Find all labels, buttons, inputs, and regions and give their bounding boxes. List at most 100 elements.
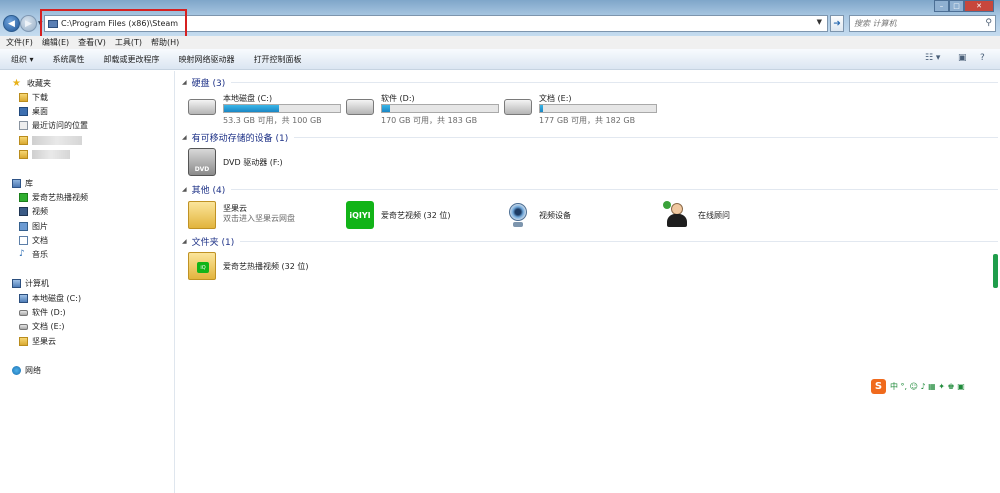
redacted-label bbox=[32, 136, 82, 145]
hard-drive-icon bbox=[19, 323, 28, 330]
group-divider bbox=[294, 137, 998, 138]
collapse-arrow-icon[interactable]: ◢ bbox=[182, 134, 187, 141]
group-title: 文件夹 (1) bbox=[191, 238, 235, 248]
online-support-item[interactable]: 在线顾问 bbox=[663, 201, 803, 231]
sidebar-item-favorites[interactable]: ★ 收藏夹 bbox=[12, 77, 51, 90]
sidebar-item-computer[interactable]: 计算机 bbox=[12, 277, 49, 290]
sidebar-item-network[interactable]: 网络 bbox=[12, 364, 41, 377]
sidebar-item-blurred[interactable] bbox=[19, 148, 70, 161]
sidebar-item-lib-iqiyi[interactable]: 爱奇艺热播视频 bbox=[19, 191, 88, 204]
drive-tile-e[interactable]: 文档 (E:) 177 GB 可用，共 182 GB bbox=[504, 93, 664, 127]
jianguoyun-item[interactable]: 坚果云 双击进入坚果云网盘 bbox=[188, 201, 328, 231]
system-properties-button[interactable]: 系统属性 bbox=[53, 54, 85, 65]
sidebar-item-libraries[interactable]: 库 bbox=[12, 177, 33, 190]
library-icon bbox=[12, 179, 21, 188]
drive-tile-d[interactable]: 软件 (D:) 170 GB 可用，共 183 GB bbox=[346, 93, 506, 127]
drive-name: 文档 (E:) bbox=[539, 94, 572, 103]
help-icon[interactable]: ? bbox=[980, 53, 985, 63]
open-control-panel-button[interactable]: 打开控制面板 bbox=[254, 54, 302, 65]
folder-icon bbox=[19, 93, 28, 102]
item-description: 双击进入坚果云网盘 bbox=[223, 214, 295, 223]
recent-pages-dropdown[interactable]: ▼ bbox=[38, 20, 43, 27]
collapse-arrow-icon[interactable]: ◢ bbox=[182, 186, 187, 193]
iqiyi-folder-item[interactable]: iQ 爱奇艺热播视频 (32 位) bbox=[188, 252, 348, 282]
view-options-icon[interactable]: ☷ ▾ bbox=[925, 53, 940, 63]
menu-help[interactable]: 帮助(H) bbox=[151, 37, 179, 48]
group-divider bbox=[240, 241, 998, 242]
collapse-arrow-icon[interactable]: ◢ bbox=[182, 238, 187, 245]
close-button[interactable]: ✕ bbox=[964, 0, 994, 12]
dvd-drive-item[interactable]: DVD DVD 驱动器 (F:) bbox=[188, 148, 308, 178]
search-input[interactable] bbox=[854, 19, 979, 28]
sogou-logo-icon[interactable]: S bbox=[871, 379, 886, 394]
menu-view[interactable]: 查看(V) bbox=[78, 37, 106, 48]
minimize-icon: – bbox=[939, 2, 944, 10]
sidebar-item-label: 文档 (E:) bbox=[32, 322, 65, 331]
arrow-right-icon: ➜ bbox=[833, 18, 841, 29]
search-icon[interactable]: ⚲ bbox=[985, 18, 992, 28]
menu-tools[interactable]: 工具(T) bbox=[115, 37, 142, 48]
group-header-hdd[interactable]: ◢ 硬盘 (3) bbox=[182, 76, 998, 89]
sidebar-item-drive-e[interactable]: 文档 (E:) bbox=[19, 320, 65, 333]
group-header-other[interactable]: ◢ 其他 (4) bbox=[182, 183, 998, 196]
sidebar-item-label: 软件 (D:) bbox=[32, 308, 66, 317]
command-toolbar: 组织 ▾ 系统属性 卸载或更改程序 映射网络驱动器 打开控制面板 ☷ ▾ ▣ ? bbox=[0, 49, 1000, 70]
sidebar-item-label: 视频 bbox=[32, 207, 48, 216]
go-button[interactable]: ➜ bbox=[830, 15, 844, 32]
preview-pane-icon[interactable]: ▣ bbox=[958, 53, 967, 63]
scroll-indicator[interactable] bbox=[993, 254, 998, 288]
sidebar-item-drive-c[interactable]: 本地磁盘 (C:) bbox=[19, 292, 81, 305]
collapse-arrow-icon[interactable]: ◢ bbox=[182, 79, 187, 86]
camera-device-item[interactable]: 视频设备 bbox=[504, 201, 644, 231]
sidebar-item-lib-music[interactable]: ♪ 音乐 bbox=[19, 248, 48, 261]
ime-toolbar[interactable]: S 中 °, ☺ ♪ ▦ ✦ ♚ ▣ bbox=[871, 379, 998, 394]
webcam-icon bbox=[504, 201, 532, 229]
sidebar-item-label: 坚果云 bbox=[32, 337, 56, 346]
iqiyi-app-item[interactable]: iQIYI 爱奇艺视频 (32 位) bbox=[346, 201, 486, 231]
video-icon bbox=[19, 207, 28, 216]
support-agent-icon bbox=[663, 201, 691, 229]
address-dropdown-icon[interactable]: ▼ bbox=[817, 18, 822, 26]
sidebar-item-label: 收藏夹 bbox=[27, 79, 51, 88]
search-box[interactable]: ⚲ bbox=[849, 15, 996, 32]
organize-button[interactable]: 组织 ▾ bbox=[11, 54, 34, 65]
iqiyi-icon: iQ bbox=[197, 262, 209, 273]
drive-usage-bar bbox=[223, 104, 341, 113]
computer-icon bbox=[48, 19, 58, 28]
sidebar-item-blurred[interactable] bbox=[19, 134, 82, 147]
address-input[interactable] bbox=[61, 19, 761, 28]
item-name: 在线顾问 bbox=[698, 211, 730, 220]
sidebar-item-lib-pictures[interactable]: 图片 bbox=[19, 220, 48, 233]
drive-name: 本地磁盘 (C:) bbox=[223, 94, 273, 103]
minimize-button[interactable]: – bbox=[934, 0, 949, 12]
drive-tile-c[interactable]: 本地磁盘 (C:) 53.3 GB 可用，共 100 GB bbox=[188, 93, 348, 127]
menu-file[interactable]: 文件(F) bbox=[6, 37, 33, 48]
back-button[interactable]: ◀ bbox=[3, 15, 20, 32]
sidebar-item-lib-video[interactable]: 视频 bbox=[19, 205, 48, 218]
group-divider bbox=[231, 82, 998, 83]
uninstall-program-button[interactable]: 卸载或更改程序 bbox=[104, 54, 160, 65]
folder-icon: iQ bbox=[188, 252, 216, 280]
sidebar-item-lib-docs[interactable]: 文档 bbox=[19, 234, 48, 247]
group-header-removable[interactable]: ◢ 有可移动存储的设备 (1) bbox=[182, 131, 998, 144]
hard-drive-icon bbox=[19, 309, 28, 316]
sidebar-item-desktop[interactable]: 桌面 bbox=[19, 105, 48, 118]
sidebar-item-jianguoyun[interactable]: 坚果云 bbox=[19, 335, 56, 348]
map-network-drive-button[interactable]: 映射网络驱动器 bbox=[179, 54, 235, 65]
system-drive-icon bbox=[188, 99, 216, 115]
navigation-pane: ★ 收藏夹 下载 桌面 最近访问的位置 库 爱奇艺热播视频 视频 图片 文档 ♪… bbox=[0, 71, 175, 493]
item-name: 爱奇艺热播视频 (32 位) bbox=[223, 262, 309, 271]
address-bar[interactable]: ▼ bbox=[44, 15, 828, 32]
group-header-folders[interactable]: ◢ 文件夹 (1) bbox=[182, 235, 998, 248]
sidebar-item-downloads[interactable]: 下载 bbox=[19, 91, 48, 104]
item-name: 视频设备 bbox=[539, 211, 571, 220]
menu-edit[interactable]: 编辑(E) bbox=[42, 37, 69, 48]
folder-icon bbox=[19, 337, 28, 346]
sidebar-item-label: 下载 bbox=[32, 93, 48, 102]
sidebar-item-drive-d[interactable]: 软件 (D:) bbox=[19, 306, 66, 319]
maximize-button[interactable]: □ bbox=[949, 0, 964, 12]
close-icon: ✕ bbox=[976, 2, 982, 10]
ime-tool-icons[interactable]: 中 °, ☺ ♪ ▦ ✦ ♚ ▣ bbox=[890, 381, 965, 392]
forward-button[interactable]: ▶ bbox=[20, 15, 37, 32]
sidebar-item-recent[interactable]: 最近访问的位置 bbox=[19, 119, 88, 132]
